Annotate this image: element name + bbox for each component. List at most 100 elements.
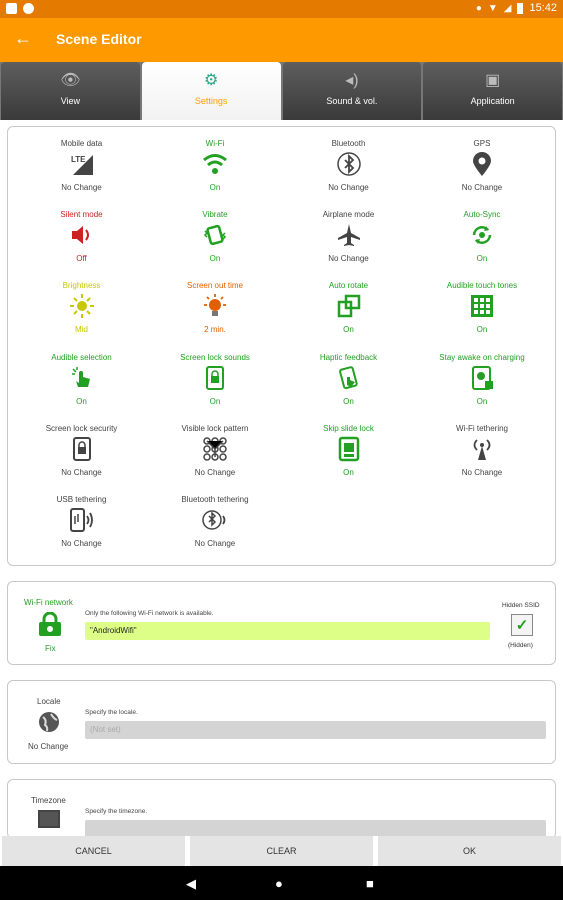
locale-field[interactable]: (Not set): [85, 721, 546, 739]
setting-stay-awake-on-charging[interactable]: Stay awake on charging On: [416, 353, 549, 423]
setting-value: No Change: [194, 539, 236, 548]
rotate-icon: [336, 293, 362, 319]
setting-audible-selection[interactable]: Audible selection On: [15, 353, 148, 423]
setting-gps[interactable]: GPS No Change: [416, 139, 549, 209]
lock-phone-icon: [69, 436, 95, 462]
hotspot-icon: [469, 436, 495, 462]
clock: 15:42: [529, 2, 557, 14]
setting-haptic-feedback[interactable]: Haptic feedback On: [282, 353, 415, 423]
speaker-icon: ◂): [345, 72, 359, 89]
setting-value: On: [476, 325, 488, 335]
setting-visible-lock-pattern[interactable]: Visible lock pattern No Change: [149, 424, 282, 494]
tab-label: Settings: [194, 96, 228, 106]
setting-brightness[interactable]: Brightness Mid: [15, 281, 148, 351]
setting-screen-lock-security[interactable]: Screen lock security No Change: [15, 424, 148, 494]
touch-sound-icon: [69, 365, 95, 391]
setting-vibrate[interactable]: Vibrate On: [149, 210, 282, 280]
setting-label: Screen out time: [186, 281, 244, 291]
setting-wi-fi[interactable]: Wi-Fi On: [149, 139, 282, 209]
setting-value: No Change: [194, 467, 236, 477]
airplane-icon: [336, 222, 362, 248]
slide-lock-icon: [336, 436, 362, 462]
setting-value: On: [343, 325, 354, 335]
battery-icon: [517, 2, 524, 14]
svg-text:LTE: LTE: [71, 155, 86, 164]
setting-label: Auto-Sync: [463, 210, 501, 220]
setting-audible-touch-tones[interactable]: Audible touch tones On: [416, 281, 549, 351]
tab-application[interactable]: ▣ Application: [423, 62, 562, 120]
setting-label: Skip slide lock: [323, 423, 374, 433]
wifi-lock-icon[interactable]: [36, 611, 64, 638]
nav-home-icon[interactable]: ●: [275, 876, 283, 891]
setting-label: Bluetooth tethering: [181, 495, 249, 504]
setting-label: Screen lock sounds: [180, 352, 250, 362]
setting-label: Stay awake on charging: [439, 352, 525, 362]
setting-silent-mode[interactable]: Silent mode Off: [15, 210, 148, 280]
nav-back-icon[interactable]: ◀: [186, 876, 196, 892]
brightness-icon: [69, 293, 95, 319]
setting-value: No Change: [328, 254, 369, 264]
gamepad-icon: ▣: [485, 72, 501, 89]
location-pin-icon: [469, 151, 495, 177]
setting-wi-fi-tethering[interactable]: Wi-Fi tethering No Change: [416, 424, 549, 494]
timezone-map-icon[interactable]: [38, 810, 60, 828]
tab-label: Sound & vol.: [326, 96, 378, 106]
setting-label: Screen lock security: [45, 423, 118, 433]
timezone-title: Timezone: [31, 796, 66, 805]
setting-label: Wi-Fi tethering: [455, 423, 508, 433]
setting-label: GPS: [473, 139, 491, 148]
setting-bluetooth[interactable]: Bluetooth No Change: [282, 139, 415, 209]
setting-label: Mobile data: [60, 139, 103, 148]
ok-button[interactable]: OK: [378, 836, 561, 866]
page-title: Scene Editor: [56, 31, 142, 47]
setting-value: Mid: [75, 325, 88, 335]
sync-icon: [469, 222, 495, 248]
tab-view[interactable]: 👁︎ View: [1, 62, 140, 120]
setting-auto-rotate[interactable]: Auto rotate On: [282, 281, 415, 351]
hidden-ssid-checkbox[interactable]: ✓: [511, 614, 533, 636]
setting-value: On: [476, 396, 488, 406]
setting-screen-lock-sounds[interactable]: Screen lock sounds On: [149, 353, 282, 423]
setting-label: USB tethering: [56, 495, 107, 504]
setting-airplane-mode[interactable]: Airplane mode No Change: [282, 210, 415, 280]
setting-value: On: [476, 254, 488, 264]
bluetooth-icon: [336, 151, 362, 177]
wifi-network-field[interactable]: "AndroidWifi": [85, 622, 490, 640]
timezone-panel: Timezone Specify the timezone.: [7, 779, 556, 839]
hidden-caption: (Hidden): [508, 642, 533, 649]
setting-value: Off: [76, 254, 87, 264]
globe-icon[interactable]: [38, 711, 60, 733]
setting-value: No Change: [61, 183, 102, 192]
setting-value: 2 min.: [204, 325, 226, 335]
hidden-ssid-label: Hidden SSID: [502, 602, 540, 609]
notification-icon: [6, 3, 17, 14]
bt-tether-icon: [202, 507, 228, 533]
cancel-button[interactable]: CANCEL: [2, 836, 185, 866]
setting-bluetooth-tethering[interactable]: Bluetooth tethering No Change: [149, 495, 282, 565]
back-arrow-icon[interactable]: ←: [14, 28, 32, 49]
nav-recents-icon[interactable]: ■: [366, 876, 374, 891]
setting-value: On: [343, 396, 354, 406]
tab-settings[interactable]: ⚙ Settings: [141, 62, 281, 120]
setting-skip-slide-lock[interactable]: Skip slide lock On: [282, 424, 415, 494]
setting-mobile-data[interactable]: Mobile data LTE No Change: [15, 139, 148, 209]
settings-panel: Mobile data LTE No Change Wi-Fi On Bluetooth N…: [7, 126, 556, 566]
vibrate-icon: [202, 222, 228, 248]
setting-label: Audible selection: [51, 352, 112, 362]
locale-title: Locale: [37, 697, 61, 706]
setting-auto-sync[interactable]: Auto-Sync On: [416, 210, 549, 280]
timezone-description: Specify the timezone.: [85, 808, 148, 815]
gear-icon: ⚙: [203, 72, 219, 89]
clear-button[interactable]: CLEAR: [190, 836, 373, 866]
system-nav-bar: ◀ ● ■: [0, 866, 563, 900]
setting-label: Airplane mode: [322, 210, 375, 220]
setting-screen-out-time[interactable]: Screen out time 2 min.: [149, 281, 282, 351]
locale-panel: Locale No Change Specify the locale. (No…: [7, 680, 556, 764]
tab-label: View: [60, 96, 81, 106]
setting-value: No Change: [328, 183, 369, 192]
location-icon: ●: [475, 2, 482, 14]
signal-icon: ◢: [503, 2, 512, 14]
tab-sound[interactable]: ◂) Sound & vol.: [282, 62, 422, 120]
lte-signal-icon: LTE: [69, 151, 95, 177]
setting-usb-tethering[interactable]: USB tethering No Change: [15, 495, 148, 565]
